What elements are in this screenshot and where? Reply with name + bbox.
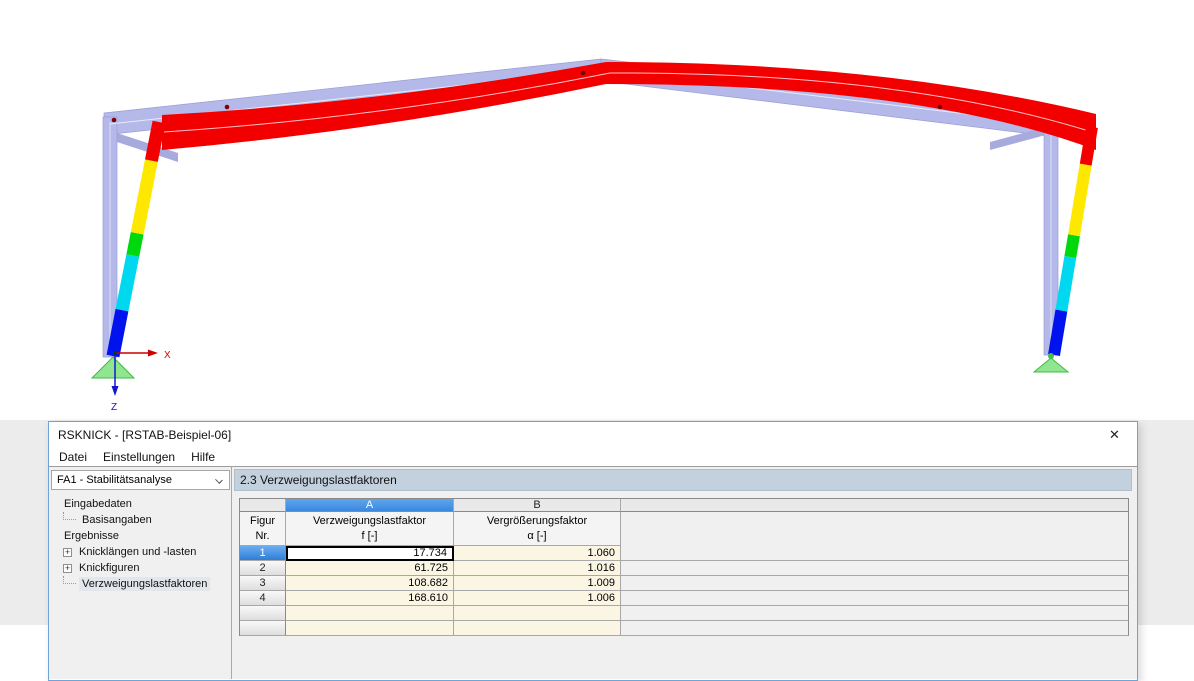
model-viewer[interactable]: X Z	[0, 0, 1194, 420]
row-header[interactable]: 2	[240, 561, 286, 576]
column-header-row: Figur Nr. Verzweigungslastfaktor f [-] V…	[240, 512, 1129, 546]
right-column-mode-cyan-segment	[1055, 256, 1077, 312]
deformed-rafter	[162, 62, 1096, 150]
tree-item-verzweigungslastfaktoren[interactable]: Verzweigungslastfaktoren	[49, 576, 231, 592]
coordinate-axes-icon: X Z	[111, 349, 171, 413]
section-title: 2.3 Verzweigungslastfaktoren	[234, 469, 1132, 491]
menu-datei[interactable]: Datei	[51, 450, 95, 464]
close-button[interactable]: ✕	[1092, 422, 1137, 448]
right-column-mode-yellow-segment	[1068, 163, 1092, 237]
menu-bar: Datei Einstellungen Hilfe	[49, 448, 1137, 467]
cell-f[interactable]: 168.610	[286, 591, 454, 606]
right-support-icon	[1032, 357, 1070, 373]
table-row: 1 17.734 1.060	[240, 546, 1129, 561]
load-case-value: FA1 - Stabilitätsanalyse	[57, 474, 172, 486]
frame-mode-shape-graphic: X Z	[90, 58, 1098, 413]
z-axis-label: Z	[111, 402, 117, 413]
title-bar[interactable]: RSKNICK - [RSTAB-Beispiel-06] ✕	[49, 422, 1137, 448]
tree-item-knickfiguren[interactable]: + Knickfiguren	[49, 560, 231, 576]
navigator-tree: Eingabedaten Basisangaben Ergebnisse + K…	[49, 496, 231, 592]
expand-plus-icon[interactable]: +	[63, 563, 72, 573]
filler-cell	[621, 561, 1129, 576]
tree-connector	[63, 512, 76, 520]
cell-alpha[interactable]	[454, 606, 621, 621]
column-b-header: Vergrößerungsfaktor α [-]	[454, 512, 621, 546]
column-a-header: Verzweigungslastfaktor f [-]	[286, 512, 454, 546]
left-support-icon	[90, 356, 136, 379]
filler-cell	[621, 621, 1129, 636]
table-row-empty	[240, 606, 1129, 621]
filler-letter-cell	[621, 499, 1129, 512]
filler-cell	[621, 606, 1129, 621]
results-panel: 2.3 Verzweigungslastfaktoren A B Figur N…	[232, 467, 1137, 679]
tree-item-ergebnisse[interactable]: Ergebnisse	[49, 528, 231, 544]
row-header[interactable]: 4	[240, 591, 286, 606]
table-row: 4 168.610 1.006	[240, 591, 1129, 606]
filler-cell	[621, 546, 1129, 561]
table-row: 2 61.725 1.016	[240, 561, 1129, 576]
tree-item-knicklaengen[interactable]: + Knicklängen und -lasten	[49, 544, 231, 560]
cell-f-selected[interactable]: 17.734	[286, 546, 454, 561]
left-column-mode-green-segment	[126, 232, 144, 257]
right-column-mode-green-segment	[1064, 234, 1080, 258]
menu-einstellungen[interactable]: Einstellungen	[95, 450, 183, 464]
expand-plus-icon[interactable]: +	[63, 547, 72, 557]
cell-f[interactable]	[286, 606, 454, 621]
tree-item-basisangaben[interactable]: Basisangaben	[49, 512, 231, 528]
navigator-panel: FA1 - Stabilitätsanalyse Eingabedaten Ba…	[49, 467, 232, 679]
menu-hilfe[interactable]: Hilfe	[183, 450, 223, 464]
cell-alpha[interactable]	[454, 621, 621, 636]
x-axis-label: X	[164, 350, 171, 361]
column-b-letter[interactable]: B	[454, 499, 621, 512]
cell-f[interactable]: 61.725	[286, 561, 454, 576]
load-case-selector[interactable]: FA1 - Stabilitätsanalyse	[51, 470, 230, 490]
filler-header-cell	[621, 512, 1129, 546]
column-a-letter[interactable]: A	[286, 499, 454, 512]
column-letter-row: A B	[240, 499, 1129, 512]
cell-alpha[interactable]: 1.016	[454, 561, 621, 576]
left-column-mode-cyan-segment	[115, 254, 140, 312]
tree-item-eingabedaten[interactable]: Eingabedaten	[49, 496, 231, 512]
results-table: A B Figur Nr. Verzweigungslastfaktor f […	[239, 498, 1129, 636]
table-row: 3 108.682 1.009	[240, 576, 1129, 591]
filler-cell	[621, 576, 1129, 591]
row-header[interactable]	[240, 606, 286, 621]
left-column-mode-yellow-segment	[130, 159, 158, 235]
cell-f[interactable]	[286, 621, 454, 636]
row-header[interactable]	[240, 621, 286, 636]
rsknick-window: RSKNICK - [RSTAB-Beispiel-06] ✕ Datei Ei…	[48, 421, 1138, 681]
cell-alpha[interactable]: 1.006	[454, 591, 621, 606]
cell-f[interactable]: 108.682	[286, 576, 454, 591]
cell-alpha[interactable]: 1.060	[454, 546, 621, 561]
column-centerlines	[109, 122, 1052, 352]
row-header[interactable]: 1	[240, 546, 286, 561]
window-title: RSKNICK - [RSTAB-Beispiel-06]	[58, 428, 232, 442]
table-row-empty	[240, 621, 1129, 636]
corner-letter-cell	[240, 499, 286, 512]
corner-header: Figur Nr.	[240, 512, 286, 546]
tree-connector	[63, 576, 76, 584]
cell-alpha[interactable]: 1.009	[454, 576, 621, 591]
row-header[interactable]: 3	[240, 576, 286, 591]
chevron-down-icon	[215, 476, 223, 484]
filler-cell	[621, 591, 1129, 606]
